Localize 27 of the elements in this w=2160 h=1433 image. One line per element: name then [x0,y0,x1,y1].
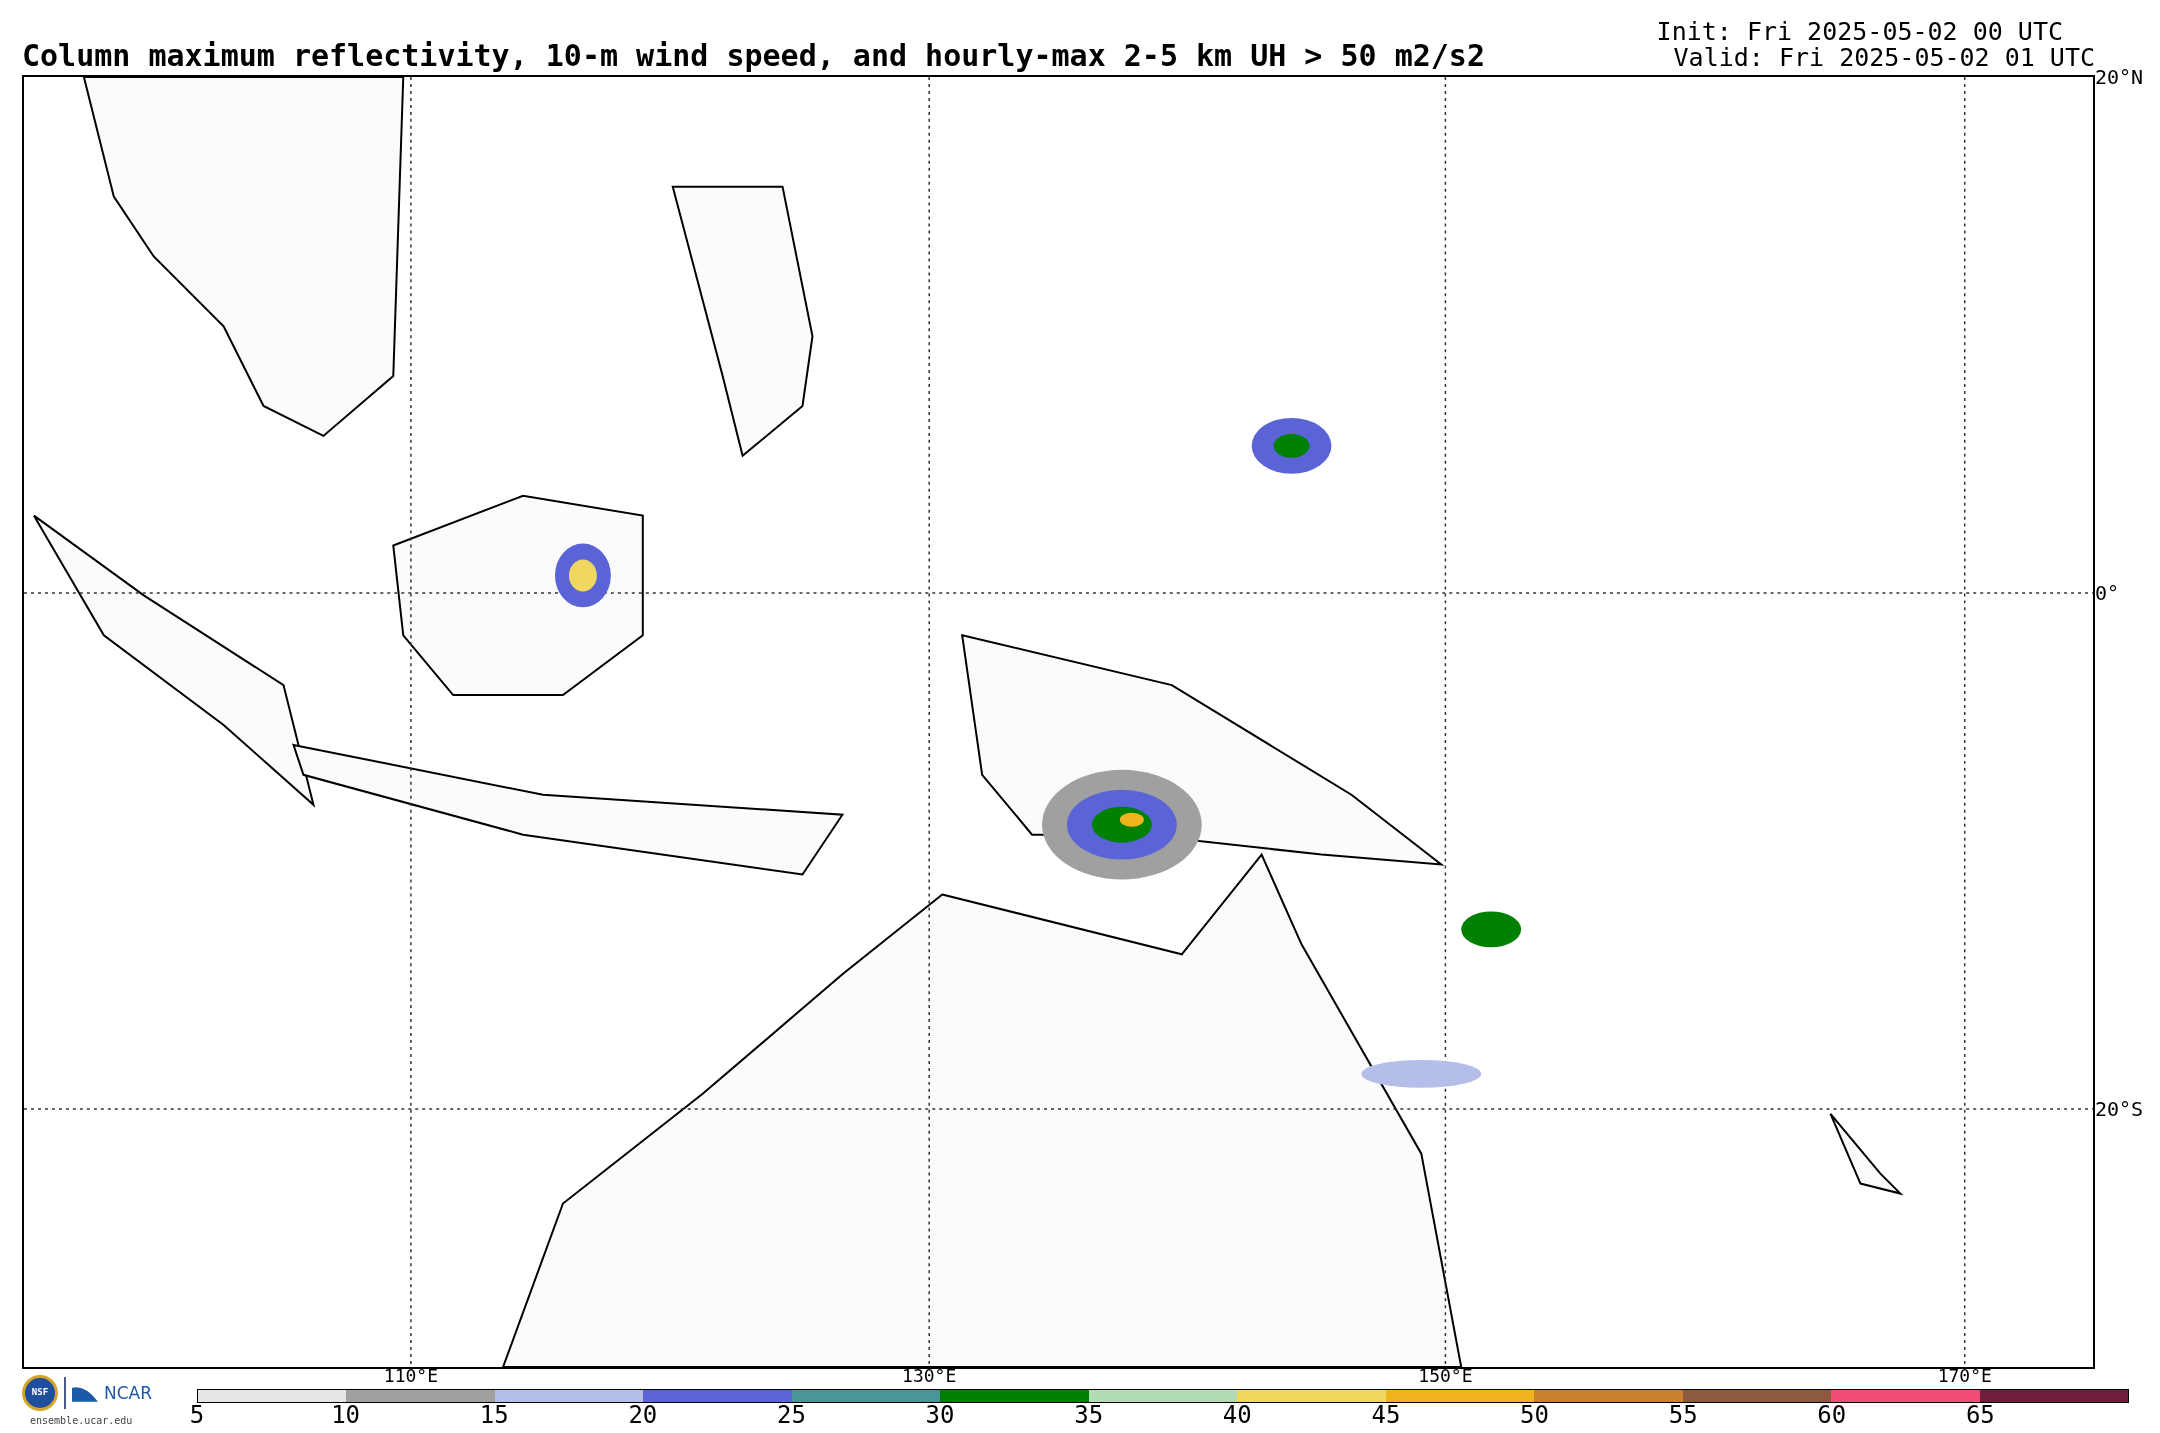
latitude-label: 20°N [2095,67,2144,87]
scale-tick-label: 25 [777,1403,806,1427]
longitude-label: 170°E [1937,1367,1992,1385]
longitude-label: 130°E [902,1367,957,1385]
latitude-label: 20°S [2095,1099,2144,1119]
latitude-label: 0° [2095,583,2120,603]
scale-tick-label: 60 [1817,1403,1847,1427]
ncar-logo-icon [72,1384,98,1402]
longitude-label: 150°E [1418,1367,1473,1385]
scale-tick-label: 65 [1965,1403,1995,1427]
scale-tick-label: 30 [925,1403,955,1427]
seal-logo: NSF [22,1375,58,1411]
longitude-label: 110°E [383,1367,438,1385]
chart-title: Column maximum reflectivity, 10-m wind speed, and hourly-max 2-5 km UH > 50 m2/s2 [22,41,1485,71]
valid-time: Valid: Fri 2025-05-02 01 UTC [1673,45,2095,71]
scale-tick-label: 15 [479,1403,509,1427]
ncar-logo-text: NCAR [104,1384,153,1402]
site-url: ensemble.ucar.edu [30,1414,133,1428]
scale-tick-label: 35 [1074,1403,1104,1427]
scale-tick-label: 20 [628,1403,658,1427]
scale-tick-label: 5 [189,1403,205,1427]
scale-tick-label: 45 [1371,1403,1401,1427]
scale-tick-label: 50 [1520,1403,1549,1427]
init-time: Init: Fri 2025-05-02 00 UTC [1656,19,2063,45]
scale-tick-label: 40 [1222,1403,1252,1427]
scale-tick-label: 10 [331,1403,361,1427]
scale-tick-label: 55 [1668,1403,1698,1427]
